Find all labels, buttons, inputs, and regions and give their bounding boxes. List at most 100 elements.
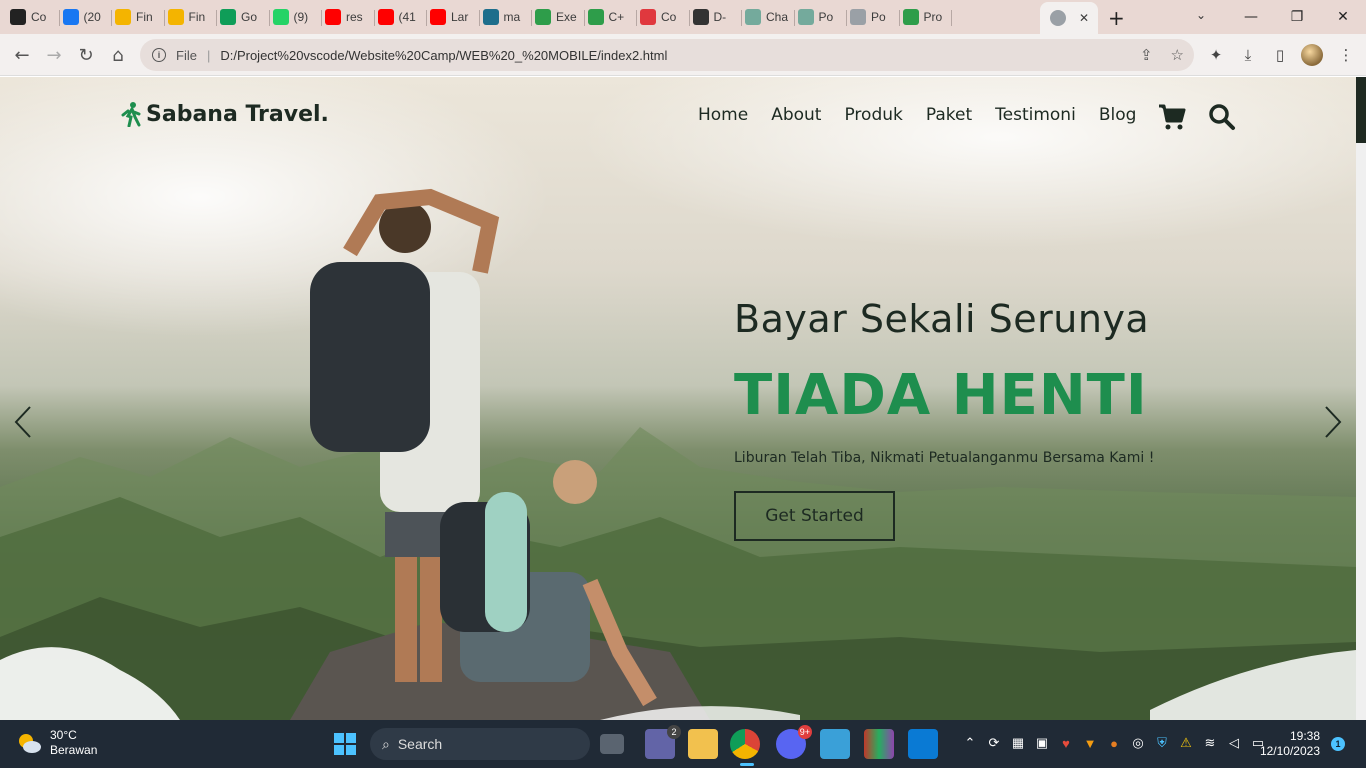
browser-tab[interactable]: Fin [115, 5, 160, 29]
teams-badge: 2 [667, 725, 681, 739]
info-icon[interactable]: i [152, 48, 166, 62]
main-menu: Home About Produk Paket Testimoni Blog [698, 105, 1136, 125]
tab-favicon-icon [482, 9, 499, 25]
sync-icon[interactable]: ⟳ [986, 735, 1002, 751]
cart-icon[interactable] [1158, 103, 1186, 131]
browser-tab[interactable]: Cha [745, 5, 790, 29]
tab-label: (9) [293, 10, 309, 24]
chrome-active-indicator [740, 763, 754, 766]
tab-favicon-icon [115, 9, 131, 25]
system-tray: ⌃ ⟳ ▦ ▣ ♥ ▼ ● ◎ ⛨ ⚠ ≋ ◁ ▭ [962, 735, 1266, 751]
security-icon[interactable]: ⛨ [1154, 735, 1170, 751]
tab-label: res [346, 10, 363, 24]
nav-home[interactable]: Home [698, 105, 748, 125]
brand-name: Sabana Travel. [146, 101, 329, 127]
restore-button[interactable]: ❐ [1274, 0, 1320, 34]
new-tab-button[interactable]: + [1108, 6, 1125, 30]
browser-tab[interactable]: Go [220, 5, 265, 29]
share-icon[interactable]: ⇪ [1140, 46, 1153, 64]
volume-icon[interactable]: ◁ [1226, 735, 1242, 751]
tab-label: Fin [136, 10, 153, 24]
hero-subtitle: Bayar Sekali Serunya [734, 297, 1150, 341]
steam-icon[interactable]: ◎ [1130, 735, 1146, 751]
scrollbar-thumb[interactable] [1356, 77, 1366, 143]
page-scrollbar[interactable] [1356, 77, 1366, 720]
browser-tab[interactable]: Co [640, 5, 685, 29]
nav-produk[interactable]: Produk [844, 105, 902, 125]
winrar-icon[interactable] [864, 729, 894, 759]
vpn-icon[interactable]: ▼ [1082, 735, 1098, 751]
browser-tab[interactable]: C+ [587, 5, 633, 29]
tab-label: (20 [83, 10, 101, 24]
nav-about[interactable]: About [771, 105, 821, 125]
notification-badge[interactable]: 1 [1331, 737, 1345, 751]
warning-icon[interactable]: ⚠ [1178, 735, 1194, 751]
extensions-icon[interactable]: ✦ [1204, 43, 1228, 67]
start-button[interactable] [330, 729, 360, 759]
record-icon[interactable]: ● [1106, 735, 1122, 751]
chrome-icon[interactable] [730, 729, 760, 759]
tab-label: Fin [188, 10, 206, 24]
minimize-button[interactable]: — [1228, 0, 1274, 34]
notepad-icon[interactable] [820, 729, 850, 759]
tab-label: Cha [766, 10, 789, 24]
tray-overflow-icon[interactable]: ⌃ [962, 735, 978, 751]
address-bar[interactable]: i File | D:/Project%20vscode/Website%20C… [140, 39, 1194, 71]
nav-testimoni[interactable]: Testimoni [995, 105, 1076, 125]
weather-widget[interactable]: 30°C Berawan [16, 728, 97, 758]
close-tab-icon[interactable]: ✕ [1079, 11, 1089, 25]
tab-favicon-icon [325, 9, 341, 25]
discord-icon[interactable]: 9+ [776, 725, 812, 759]
tab-separator [636, 10, 637, 26]
close-window-button[interactable]: ✕ [1320, 0, 1366, 34]
prev-slide-arrow-icon[interactable] [12, 405, 36, 439]
wifi-icon[interactable]: ≋ [1202, 735, 1218, 751]
side-panel-icon[interactable]: ▯ [1268, 43, 1292, 67]
taskbar-search[interactable]: ⌕ Search [370, 728, 590, 760]
task-view-icon[interactable] [600, 734, 624, 754]
browser-tab[interactable]: ma [482, 5, 528, 29]
tab-search-icon[interactable]: ⌄ [1196, 8, 1206, 22]
app-icon-a[interactable]: ▣ [1034, 735, 1050, 751]
tab-favicon-icon [745, 9, 761, 25]
get-started-button[interactable]: Get Started [734, 491, 895, 541]
vscode-icon[interactable] [908, 729, 938, 759]
tab-separator [478, 10, 480, 26]
browser-tab[interactable]: Co [10, 5, 55, 29]
tab-separator [531, 10, 532, 26]
download-icon[interactable]: ⤓ [1236, 43, 1260, 67]
browser-tab[interactable]: (9) [272, 5, 318, 29]
browser-tab[interactable]: Po [850, 5, 895, 29]
active-tab[interactable]: ✕ [1040, 2, 1098, 34]
browser-tab[interactable]: Po [797, 5, 843, 29]
brand-logo[interactable]: Sabana Travel. [120, 101, 329, 127]
network-monitor-icon[interactable]: ▦ [1010, 735, 1026, 751]
menu-kebab-icon[interactable]: ⋮ [1334, 43, 1358, 67]
browser-tab[interactable]: (41 [377, 5, 423, 29]
browser-tab[interactable]: Fin [167, 5, 213, 29]
browser-tab[interactable]: Lar [430, 5, 475, 29]
taskbar-clock[interactable]: 19:38 12/10/2023 [1258, 729, 1320, 759]
browser-tab[interactable]: D- [692, 5, 738, 29]
tab-separator [163, 10, 165, 26]
nav-blog[interactable]: Blog [1099, 105, 1137, 125]
bookmark-star-icon[interactable]: ☆ [1171, 46, 1184, 64]
browser-tab[interactable]: Exe [535, 5, 580, 29]
profile-avatar[interactable] [1301, 44, 1323, 66]
reload-icon[interactable]: ↻ [74, 43, 98, 67]
url-text[interactable]: D:/Project%20vscode/Website%20Camp/WEB%2… [220, 48, 667, 63]
forward-icon[interactable]: → [42, 43, 66, 67]
next-slide-arrow-icon[interactable] [1320, 405, 1344, 439]
home-icon[interactable]: ⌂ [106, 43, 130, 67]
browser-tab[interactable]: Pro [902, 5, 948, 29]
heart-icon[interactable]: ♥ [1058, 735, 1074, 751]
back-icon[interactable]: ← [10, 43, 34, 67]
search-icon[interactable] [1208, 103, 1236, 131]
teams-icon[interactable]: 2 [645, 725, 681, 759]
tab-label: ma [503, 10, 521, 24]
nav-paket[interactable]: Paket [926, 105, 972, 125]
tab-label: D- [713, 10, 727, 24]
browser-tab[interactable]: (20 [62, 5, 108, 29]
file-explorer-icon[interactable] [688, 729, 718, 759]
browser-tab[interactable]: res [325, 5, 370, 29]
